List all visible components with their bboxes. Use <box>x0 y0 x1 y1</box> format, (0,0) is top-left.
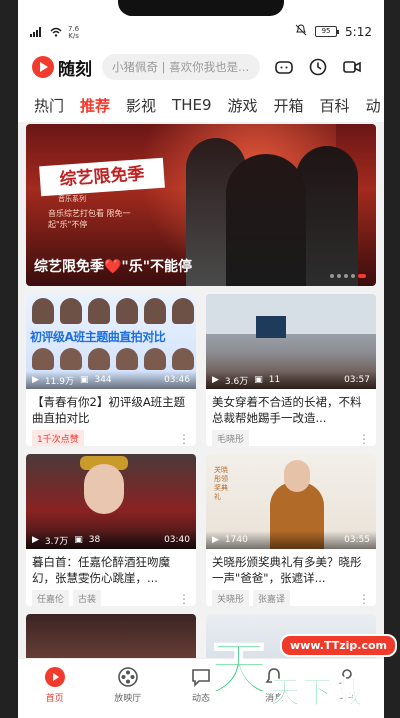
banner-promo-sub: 音乐系列 <box>58 195 86 203</box>
comment-icon: ▣ <box>79 375 89 385</box>
duration: 03:57 <box>344 375 370 385</box>
thumbnail-headline: 关晓彤领奖典礼 <box>214 466 228 501</box>
duration: 03:46 <box>164 375 190 385</box>
tab-games[interactable]: 游戏 <box>228 95 258 116</box>
video-card[interactable]: ▶ 3.7万 ▣ 38 03:40 暮白首：任嘉伦醉酒狂吻魔幻，张慧雯伤心跳崖，… <box>26 454 196 606</box>
comment-icon: ▣ <box>254 375 263 385</box>
play-count-icon: ▶ <box>212 535 219 545</box>
play-count: 3.7万 <box>44 536 69 547</box>
nav-label: 动态 <box>191 694 210 704</box>
thumbnail-meta: ▶ 3.6万 ▣ 11 03:57 <box>206 371 376 389</box>
tab-unboxing[interactable]: 开箱 <box>274 95 304 116</box>
play-count-icon: ▶ <box>32 535 39 545</box>
battery-icon: 95 <box>315 26 340 37</box>
video-title[interactable]: 美女穿着不合适的长裙，不料总裁帮她踢手一改造... <box>206 389 376 427</box>
category-tabs: 热门 推荐 影视 THE9 游戏 开箱 百科 动 <box>18 88 384 122</box>
play-count-icon: ▶ <box>32 375 39 385</box>
thumbnail-meta: ▶ 1740 03:55 <box>206 531 376 549</box>
video-thumbnail[interactable]: ▶ 3.7万 ▣ 38 03:40 <box>26 454 196 549</box>
thumbnail-headline: 初评级A班主题曲直拍对比 <box>30 330 166 344</box>
network-speed: 7.6 K/s <box>68 25 80 40</box>
comment-count: 11 <box>268 375 281 385</box>
camera-notch <box>118 0 284 16</box>
more-options-icon[interactable]: ⋮ <box>358 432 370 446</box>
watermark-text: 天下载 <box>270 676 366 712</box>
nav-home[interactable]: 首页 <box>25 665 85 704</box>
topic-tag[interactable]: 毛晓彤 <box>212 430 250 446</box>
wifi-icon <box>50 27 62 40</box>
nav-label: 首页 <box>45 694 64 704</box>
comment-icon: ▣ <box>74 535 83 545</box>
comment-count: 38 <box>88 535 101 545</box>
watermark-url: www.TTzip.com <box>280 634 397 657</box>
search-input[interactable]: 小猪佩奇 | 喜欢你我也是... <box>102 54 260 80</box>
hero-banner[interactable]: 综艺限免季 音乐系列 音乐综艺打包看 限免一起"乐"不停 综艺限免季❤️"乐"不… <box>26 124 376 286</box>
video-title[interactable]: 暮白首：任嘉伦醉酒狂吻魔幻，张慧雯伤心跳崖，... <box>26 549 196 587</box>
play-logo-icon <box>32 56 54 78</box>
topic-tag[interactable]: 关晓彤 <box>212 590 250 606</box>
phone-bezel-right <box>384 0 400 718</box>
watermark-glyph: 天 <box>209 634 269 704</box>
game-controller-icon[interactable] <box>274 57 294 77</box>
clock: 5:12 <box>345 24 372 39</box>
topic-tag[interactable]: 任嘉伦 <box>32 590 70 606</box>
signal-icon <box>30 26 44 40</box>
tab-film-tv[interactable]: 影视 <box>126 95 156 116</box>
video-camera-icon[interactable] <box>342 57 362 77</box>
tab-the9[interactable]: THE9 <box>172 96 211 114</box>
more-options-icon[interactable]: ⋮ <box>178 592 190 606</box>
home-play-icon <box>44 667 65 687</box>
video-card[interactable]: 关晓彤领奖典礼 ▶ 1740 03:55 关晓彤颁奖典礼有多美？晓彤一声"爸爸"… <box>206 454 376 606</box>
banner-promo-small: 音乐综艺打包看 限免一起"乐"不停 <box>48 209 131 229</box>
video-title[interactable]: 关晓彤颁奖典礼有多美？晓彤一声"爸爸"，张遮详... <box>206 549 376 587</box>
topic-tag[interactable]: 古装 <box>73 590 102 606</box>
app-header: 随刻 小猪佩奇 | 喜欢你我也是... <box>18 46 384 88</box>
topic-tag[interactable]: 张嘉译 <box>253 590 291 606</box>
video-thumbnail[interactable]: ▶ 3.6万 ▣ 11 03:57 <box>206 294 376 389</box>
play-count-icon: ▶ <box>212 375 219 385</box>
nav-label: 放映厅 <box>114 694 142 704</box>
video-thumbnail[interactable]: 初评级A班主题曲直拍对比 ▶ 11.9万 ▣ 344 03:46 <box>26 294 196 389</box>
app-logo[interactable]: 随刻 <box>32 55 92 80</box>
comment-count: 344 <box>94 375 112 385</box>
likes-badge: 1千次点赞 <box>32 430 84 446</box>
duration: 03:55 <box>344 535 370 545</box>
play-count: 11.9万 <box>44 376 74 387</box>
phone-bezel-left <box>0 0 18 718</box>
tab-recommend[interactable]: 推荐 <box>80 95 110 116</box>
tab-hot[interactable]: 热门 <box>34 95 64 116</box>
play-count: 1740 <box>224 535 248 545</box>
banner-caption: 综艺限免季❤️"乐"不能停 <box>34 259 193 275</box>
film-reel-icon <box>117 667 138 687</box>
banner-pagination <box>330 274 366 278</box>
duration: 03:40 <box>164 535 190 545</box>
video-card[interactable]: 初评级A班主题曲直拍对比 ▶ 11.9万 ▣ 344 03:46 【青春有你2】… <box>26 294 196 446</box>
video-card[interactable]: ▶ 3.6万 ▣ 11 03:57 美女穿着不合适的长裙，不料总裁帮她踢手一改造… <box>206 294 376 446</box>
history-clock-icon[interactable] <box>308 57 328 77</box>
video-title[interactable]: 【青春有你2】初评级A班主题曲直拍对比 <box>26 389 196 427</box>
tab-anime[interactable]: 动 <box>366 95 381 116</box>
play-count: 3.6万 <box>224 376 249 387</box>
more-options-icon[interactable]: ⋮ <box>358 592 370 606</box>
nav-theater[interactable]: 放映厅 <box>98 665 158 704</box>
thumbnail-meta: ▶ 11.9万 ▣ 344 03:46 <box>26 371 196 389</box>
more-options-icon[interactable]: ⋮ <box>178 432 190 446</box>
banner-person <box>226 154 306 286</box>
app-name: 随刻 <box>58 59 92 80</box>
mute-icon <box>295 24 307 39</box>
site-watermark: 天 www.TTzip.com 天下载 <box>209 620 400 718</box>
phone-screen: 7.6 K/s 95 5:12 随刻 小猪佩奇 | 喜欢你我也是... 热门 推… <box>18 0 384 718</box>
video-thumbnail[interactable]: 关晓彤领奖典礼 ▶ 1740 03:55 <box>206 454 376 549</box>
thumbnail-meta: ▶ 3.7万 ▣ 38 03:40 <box>26 531 196 549</box>
tab-wiki[interactable]: 百科 <box>320 95 350 116</box>
